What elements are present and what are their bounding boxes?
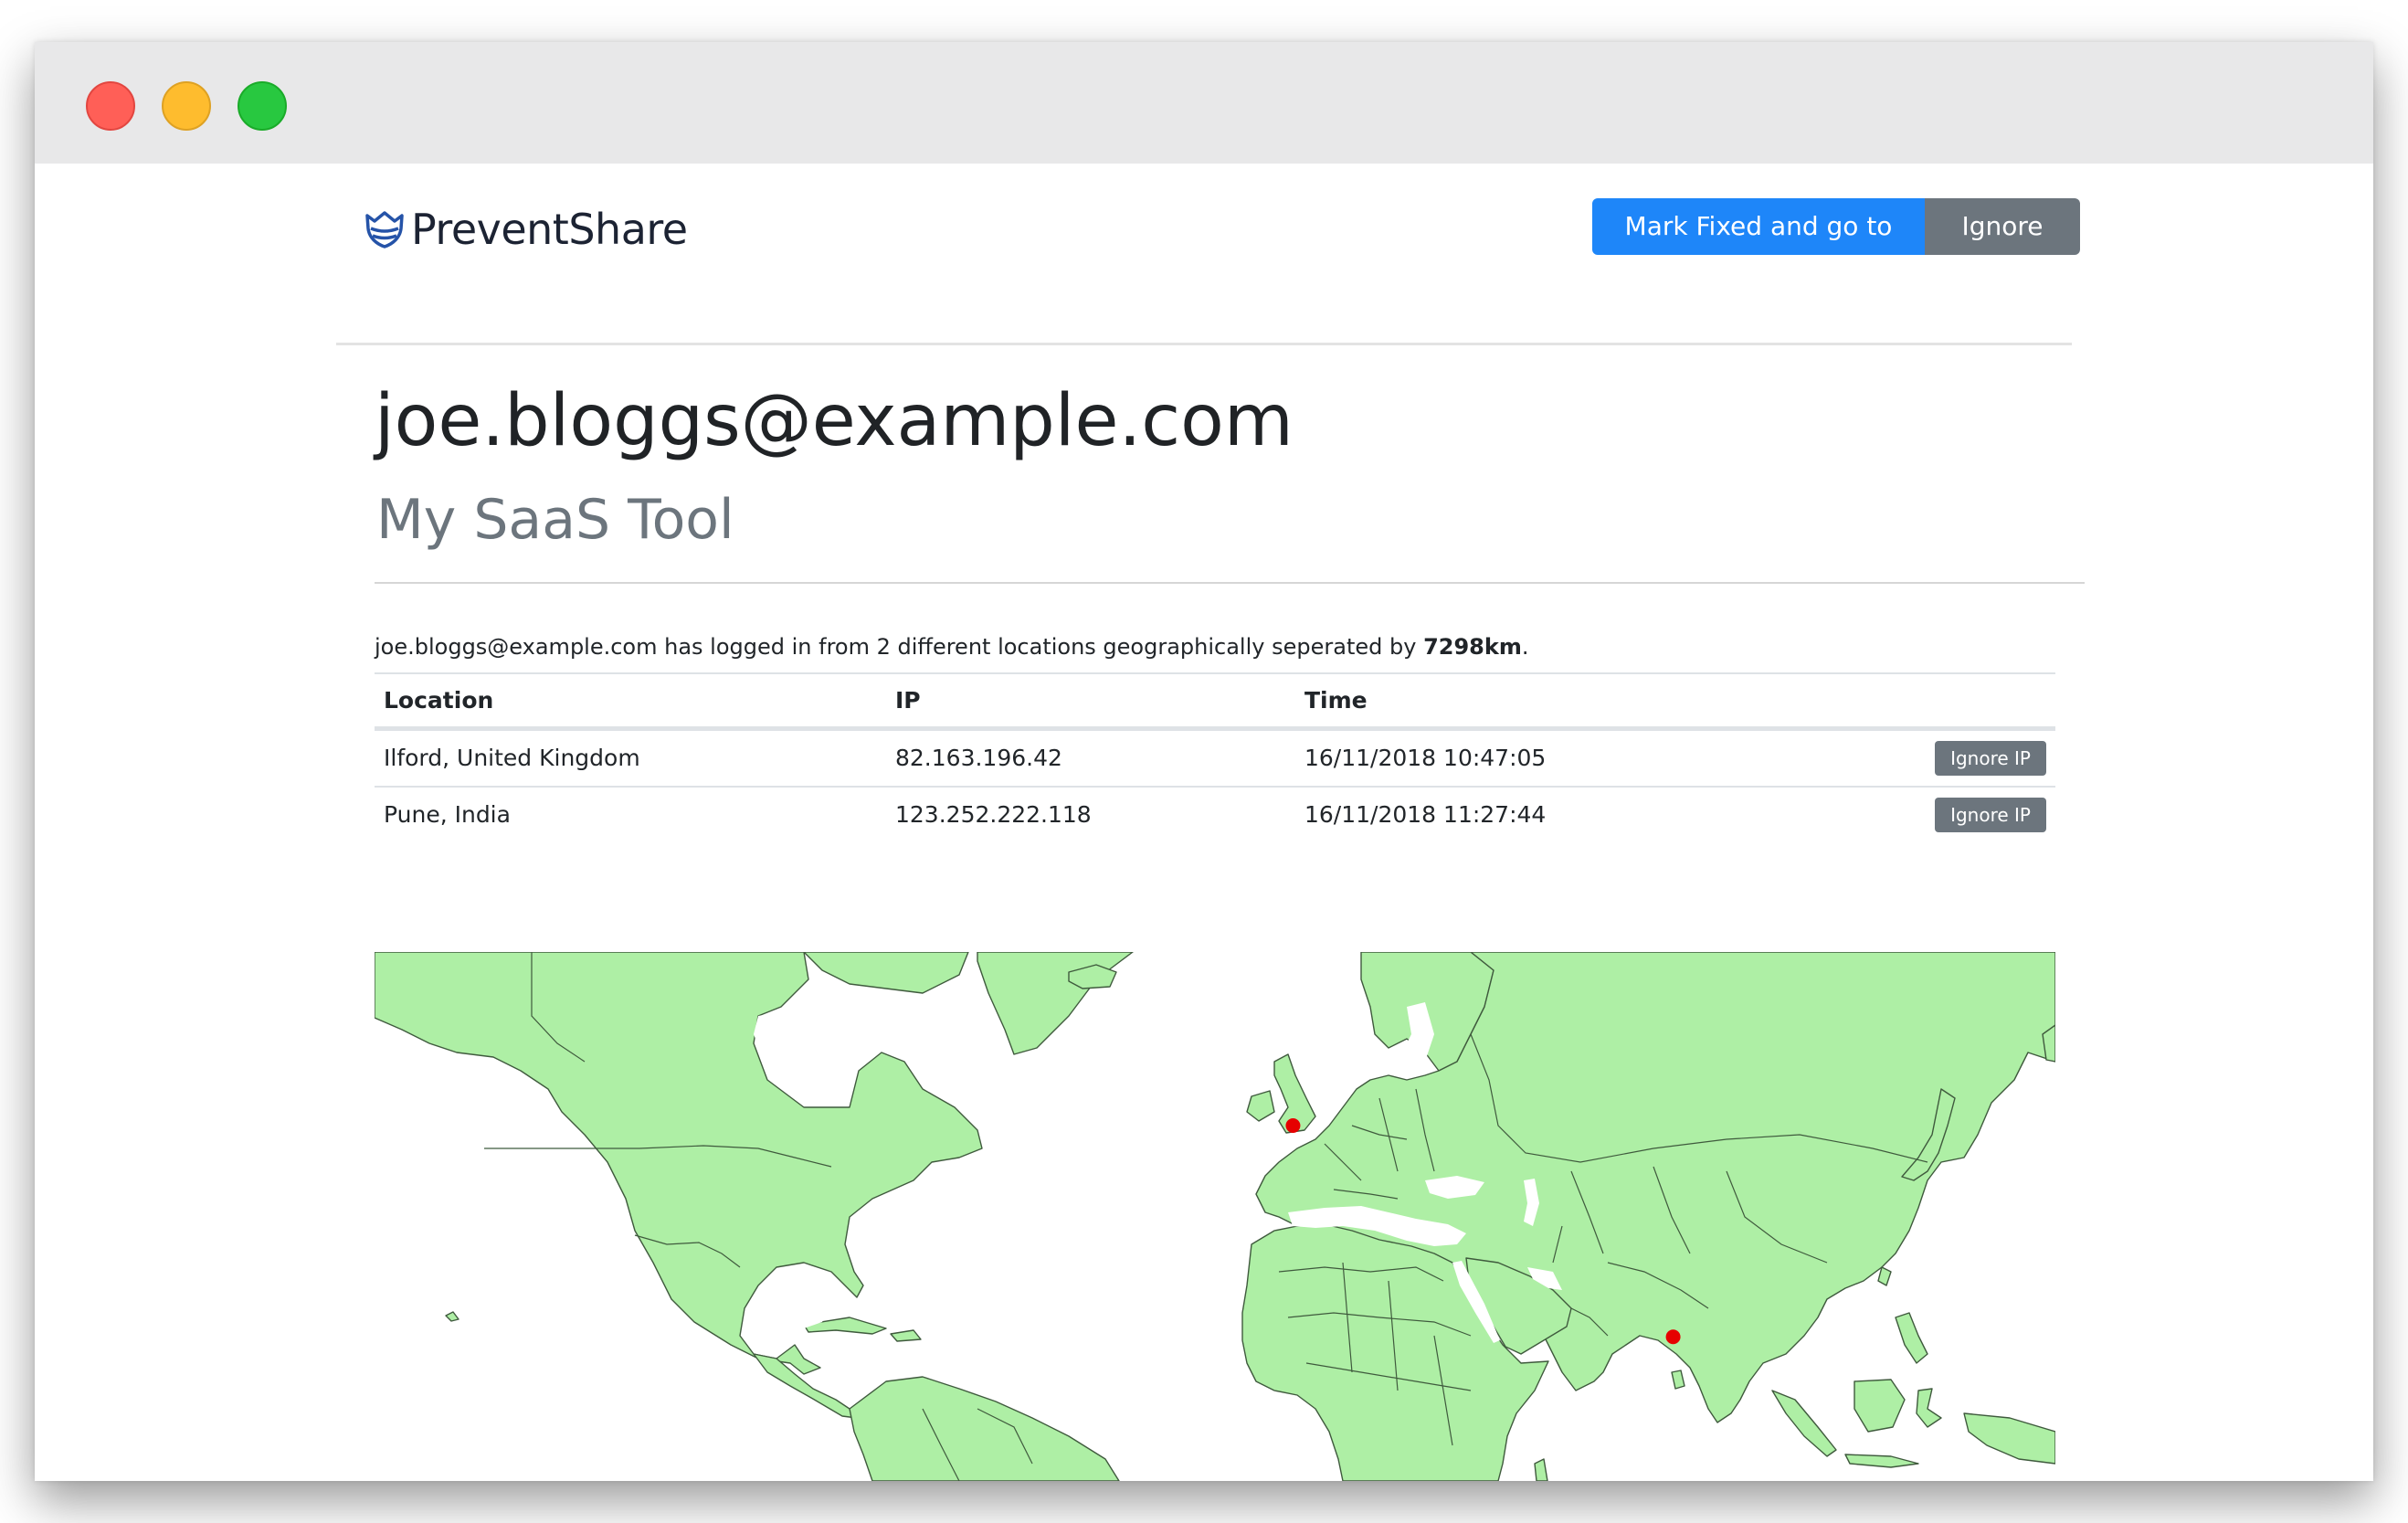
map-hudson-bay [754, 1007, 831, 1080]
table-header-row: Location IP Time [375, 672, 2055, 729]
header-ip: IP [895, 687, 921, 714]
maximize-window-button[interactable] [238, 81, 287, 131]
table-row: Ilford, United Kingdom 82.163.196.42 16/… [375, 729, 2055, 786]
header-divider [336, 343, 2072, 345]
summary-text: joe.bloggs@example.com has logged in fro… [375, 634, 1528, 660]
map-ireland [1246, 1090, 1275, 1122]
app-name-subheading: My SaaS Tool [376, 488, 734, 552]
ignore-uid-button[interactable]: Ignore UID [1925, 198, 2080, 298]
page-content: PreventShare Mark Fixed and go to Next I… [35, 164, 2373, 1481]
header-location: Location [384, 687, 494, 714]
row-ip: 82.163.196.42 [895, 745, 1062, 771]
summary-suffix: . [1521, 634, 1529, 660]
row-time: 16/11/2018 10:47:05 [1304, 745, 1547, 771]
world-map [375, 952, 2055, 1481]
user-email-heading: joe.bloggs@example.com [375, 380, 1294, 462]
action-button-group: Mark Fixed and go to Next Ignore UID [1592, 198, 2080, 298]
map-philippines [1895, 1312, 1928, 1364]
brand-logo[interactable]: PreventShare [364, 202, 688, 257]
browser-window: PreventShare Mark Fixed and go to Next I… [35, 42, 2373, 1481]
map-hispaniola [890, 1329, 922, 1342]
map-aleutian-islands [445, 1311, 459, 1322]
world-map-svg [375, 952, 2055, 1481]
crown-shield-icon [365, 211, 404, 249]
title-divider [375, 582, 2085, 584]
map-south-america [849, 1376, 1120, 1481]
map-borneo [1854, 1379, 1906, 1433]
login-locations-table: Location IP Time Ilford, United Kingdom … [375, 672, 2055, 842]
summary-distance: 7298km [1423, 634, 1522, 660]
header-time: Time [1304, 687, 1368, 714]
mark-fixed-button[interactable]: Mark Fixed and go to Next [1592, 198, 1925, 298]
map-taiwan [1877, 1266, 1892, 1286]
close-window-button[interactable] [86, 81, 135, 131]
row-ip: 123.252.222.118 [895, 801, 1092, 828]
minimize-window-button[interactable] [162, 81, 211, 131]
map-sumatra [1771, 1390, 1837, 1457]
map-arctic-islands [803, 952, 969, 994]
row-location: Pune, India [384, 801, 511, 828]
map-greenland [977, 952, 1134, 1055]
map-sri-lanka [1671, 1370, 1685, 1390]
summary-sentence: joe.bloggs@example.com has logged in fro… [375, 634, 1424, 660]
map-north-america [375, 952, 983, 1375]
map-bay-of-bengal [1603, 1354, 1670, 1391]
row-location: Ilford, United Kingdom [384, 745, 640, 771]
window-titlebar [35, 42, 2373, 164]
map-new-guinea [1963, 1412, 2055, 1465]
table-row: Pune, India 123.252.222.118 16/11/2018 1… [375, 786, 2055, 842]
ignore-ip-button[interactable]: Ignore IP [1935, 741, 2046, 776]
map-madagascar [1534, 1458, 1548, 1481]
map-sulawesi [1916, 1388, 1942, 1428]
row-time: 16/11/2018 11:27:44 [1304, 801, 1547, 828]
brand-name: PreventShare [411, 205, 688, 254]
ignore-ip-button[interactable]: Ignore IP [1935, 798, 2046, 832]
location-marker-pune[interactable] [1665, 1329, 1681, 1345]
map-java [1844, 1454, 1919, 1468]
location-marker-ilford[interactable] [1285, 1118, 1301, 1133]
